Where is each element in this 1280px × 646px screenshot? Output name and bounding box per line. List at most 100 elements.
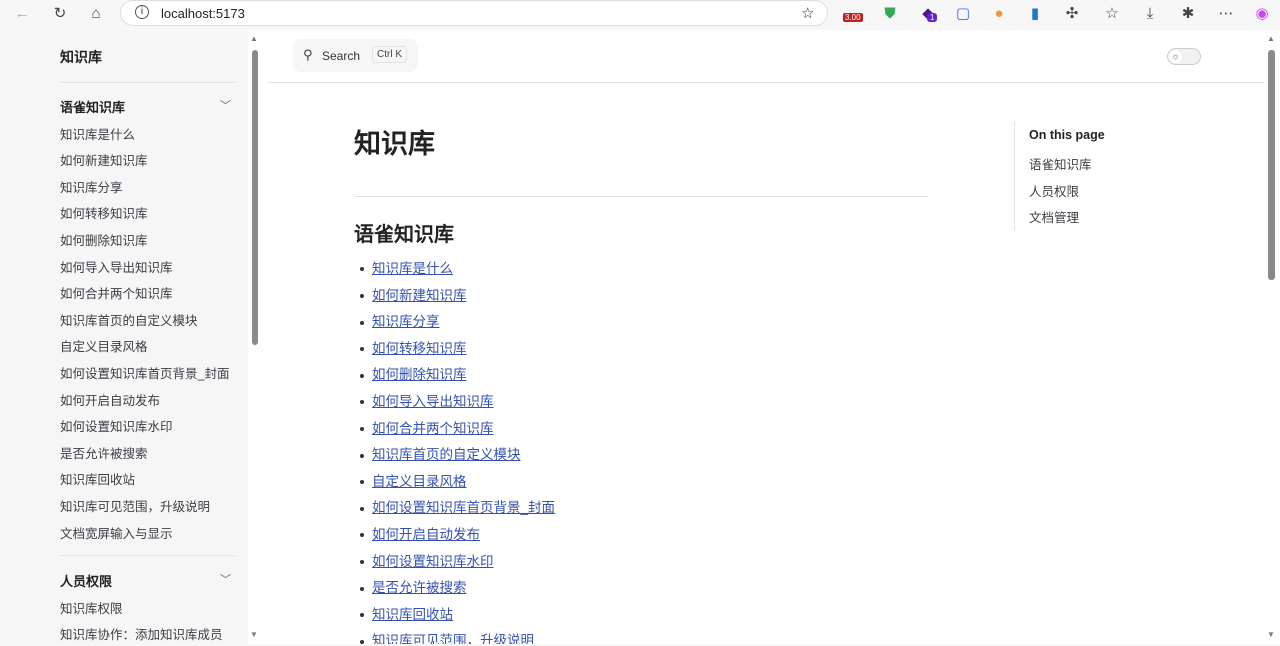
- search-button[interactable]: ⚲ Search Ctrl K: [293, 39, 418, 72]
- list-item: 知识库是什么: [360, 257, 453, 277]
- outline-item[interactable]: 语雀知识库: [1029, 154, 1092, 173]
- scroll-up-arrow[interactable]: ▲: [250, 34, 258, 43]
- bullet: [360, 427, 364, 432]
- divider: [60, 555, 235, 556]
- section-heading: 语雀知识库: [354, 224, 454, 246]
- download-icon[interactable]: ⤓: [1140, 4, 1160, 24]
- list-item: 如何开启自动发布: [360, 523, 480, 543]
- doc-link[interactable]: 知识库首页的自定义模块: [372, 447, 521, 462]
- page: 知识库 语雀知识库 ﹀ 知识库是什么 如何新建知识库 知识库分享 如何转移知识库 如何删除知…: [2, 30, 1280, 644]
- address-bar[interactable]: i localhost:5173 ☆: [120, 0, 828, 26]
- sidebar-item[interactable]: 如何设置知识库首页背景_封面: [60, 363, 229, 382]
- sidebar-item[interactable]: 知识库是什么: [60, 124, 135, 143]
- profile-avatar[interactable]: ✱: [1178, 4, 1198, 24]
- bullet: [360, 586, 364, 591]
- doc-link[interactable]: 知识库是什么: [372, 261, 453, 276]
- list-item: 知识库可见范围，升级说明: [360, 629, 534, 644]
- bullet: [360, 347, 364, 352]
- sidebar-item[interactable]: 如何开启自动发布: [60, 390, 160, 409]
- sidebar-item[interactable]: 知识库回收站: [60, 469, 135, 488]
- sidebar-item[interactable]: 知识库首页的自定义模块: [60, 310, 198, 329]
- doc-link[interactable]: 是否允许被搜索: [372, 580, 467, 595]
- search-label: Search: [322, 49, 361, 63]
- doc-link[interactable]: 如何设置知识库首页背景_封面: [372, 500, 555, 515]
- outline-item[interactable]: 人员权限: [1029, 181, 1079, 200]
- sidebar-item[interactable]: 如何设置知识库水印: [60, 416, 173, 435]
- list-item: 如何新建知识库: [360, 284, 467, 304]
- outline-title: On this page: [1029, 128, 1105, 142]
- doc-link[interactable]: 如何合并两个知识库: [372, 421, 494, 436]
- scroll-down-arrow[interactable]: ▼: [1267, 630, 1275, 639]
- sidebar-scroll-thumb[interactable]: [252, 50, 258, 345]
- doc-link[interactable]: 如何转移知识库: [372, 341, 467, 356]
- doc-link[interactable]: 知识库可见范围，升级说明: [372, 633, 534, 644]
- theme-toggle[interactable]: ☼: [1167, 48, 1201, 65]
- refresh-icon[interactable]: ↻: [50, 4, 70, 24]
- bullet: [360, 294, 364, 299]
- chevron-down-icon[interactable]: ﹀: [220, 97, 231, 113]
- sidebar-item[interactable]: 如何转移知识库: [60, 203, 148, 222]
- sidebar-title[interactable]: 知识库: [60, 47, 102, 67]
- bullet: [360, 533, 364, 538]
- favorite-star-icon[interactable]: ☆: [801, 4, 814, 22]
- back-icon[interactable]: ←: [12, 4, 32, 24]
- adblock-extension-icon[interactable]: ⛊: [880, 4, 900, 24]
- doc-link[interactable]: 自定义目录风格: [372, 474, 467, 489]
- list-item: 如何转移知识库: [360, 337, 467, 357]
- doc-link[interactable]: 如何删除知识库: [372, 367, 467, 382]
- scroll-up-arrow[interactable]: ▲: [1267, 34, 1275, 43]
- sidebar-item[interactable]: 如何导入导出知识库: [60, 257, 173, 276]
- scroll-down-arrow[interactable]: ▼: [250, 630, 258, 639]
- sidebar-item[interactable]: 如何新建知识库: [60, 150, 148, 169]
- sidebar-item[interactable]: 是否允许被搜索: [60, 443, 148, 462]
- extension-count: 1: [927, 13, 938, 22]
- doc-link[interactable]: 如何设置知识库水印: [372, 554, 494, 569]
- sidebar-item[interactable]: 自定义目录风格: [60, 336, 148, 355]
- sidebar-item[interactable]: 知识库分享: [60, 177, 123, 196]
- list-item: 知识库分享: [360, 310, 440, 330]
- page-title: 知识库: [354, 129, 435, 159]
- bullet: [360, 320, 364, 325]
- extensions-puzzle-icon[interactable]: ✣: [1062, 4, 1082, 24]
- chevron-down-icon[interactable]: ﹀: [220, 571, 231, 587]
- sidebar-item[interactable]: 文档宽屏输入与显示: [60, 523, 173, 542]
- info-icon[interactable]: i: [135, 5, 149, 19]
- doc-link[interactable]: 如何新建知识库: [372, 288, 467, 303]
- list-item: 如何导入导出知识库: [360, 390, 494, 410]
- list-item: 知识库首页的自定义模块: [360, 443, 521, 463]
- extension-badge[interactable]: 3.00: [843, 13, 863, 22]
- doc-link[interactable]: 知识库分享: [372, 314, 440, 329]
- outline-item[interactable]: 文档管理: [1029, 207, 1079, 226]
- copilot-icon[interactable]: ◉: [1252, 4, 1272, 24]
- favorites-icon[interactable]: ☆: [1102, 4, 1122, 24]
- bullet: [360, 453, 364, 458]
- extension-icon[interactable]: ▮: [1025, 4, 1045, 24]
- bullet: [360, 639, 364, 644]
- doc-link[interactable]: 如何开启自动发布: [372, 527, 480, 542]
- divider: [354, 196, 928, 197]
- sidebar-item[interactable]: 如何删除知识库: [60, 230, 148, 249]
- list-item: 如何合并两个知识库: [360, 417, 494, 437]
- sidebar-item[interactable]: 如何合并两个知识库: [60, 283, 173, 302]
- home-icon[interactable]: ⌂: [86, 4, 106, 24]
- doc-link[interactable]: 如何导入导出知识库: [372, 394, 494, 409]
- bullet: [360, 506, 364, 511]
- sidebar-section-title[interactable]: 语雀知识库: [60, 97, 125, 116]
- extension-icon[interactable]: ●: [989, 4, 1009, 24]
- doc-link[interactable]: 知识库回收站: [372, 607, 453, 622]
- sidebar-item[interactable]: 知识库权限: [60, 598, 123, 617]
- sidebar-section-title[interactable]: 人员权限: [60, 571, 112, 590]
- url-text: localhost:5173: [161, 6, 245, 21]
- outline: On this page 语雀知识库 人员权限 文档管理: [1014, 122, 1214, 230]
- bullet: [360, 480, 364, 485]
- more-menu-icon[interactable]: ⋯: [1216, 4, 1236, 24]
- divider: [60, 82, 235, 83]
- sidebar-item[interactable]: 知识库可见范围，升级说明: [60, 496, 210, 515]
- bullet: [360, 400, 364, 405]
- sidebar-item[interactable]: 知识库协作：添加知识库成员: [60, 624, 223, 643]
- header-divider: [268, 82, 1266, 83]
- list-item: 如何设置知识库首页背景_封面: [360, 496, 555, 516]
- search-icon: ⚲: [303, 47, 313, 62]
- page-scroll-thumb[interactable]: [1268, 50, 1275, 280]
- extension-icon[interactable]: ▢: [953, 4, 973, 24]
